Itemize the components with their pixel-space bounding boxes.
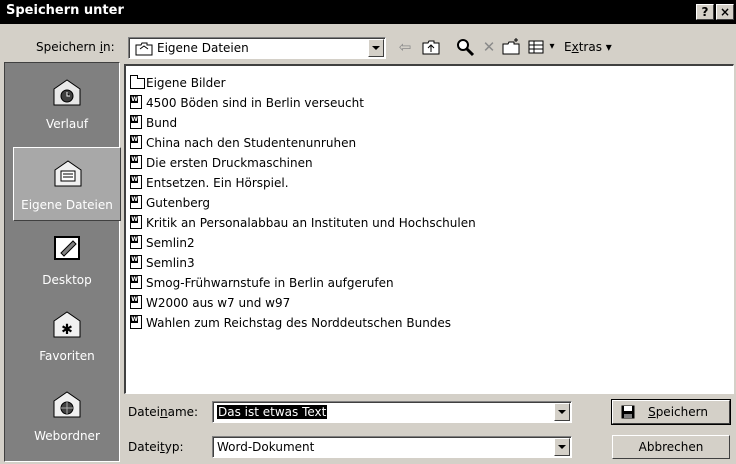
views-dropdown-icon[interactable]: ▾ <box>546 36 558 58</box>
history-icon <box>53 79 81 106</box>
close-button[interactable]: × <box>716 4 734 20</box>
word-document-icon <box>130 295 142 309</box>
place-my-documents[interactable]: Eigene Dateien <box>13 147 121 221</box>
my-documents-icon <box>54 160 82 187</box>
list-item[interactable]: 4500 Böden sind in Berlin verseucht <box>130 93 364 112</box>
filename-value: Das ist etwas Text <box>217 405 328 419</box>
list-item[interactable]: Kritik an Personalabbau an Instituten un… <box>130 213 476 232</box>
list-item[interactable]: Bund <box>130 113 177 132</box>
place-web-folders[interactable]: Webordner <box>13 379 121 453</box>
views-icon[interactable] <box>526 36 548 58</box>
filename-label: Dateiname: <box>128 405 199 419</box>
up-folder-icon[interactable] <box>420 36 442 58</box>
floppy-disk-icon <box>621 405 635 419</box>
word-document-icon <box>130 135 142 149</box>
filetype-dropdown[interactable]: Word-Dokument <box>212 436 572 458</box>
search-web-icon[interactable] <box>454 36 476 58</box>
filetype-dropdown-arrow[interactable] <box>554 438 570 456</box>
place-desktop[interactable]: Desktop <box>13 223 121 297</box>
list-item[interactable]: Eigene Bilder <box>130 73 226 92</box>
places-bar: Verlauf Eigene Dateien Desktop ✱ Favorit… <box>4 62 121 462</box>
cancel-button[interactable]: Abbrechen <box>612 435 730 459</box>
svg-text:✱: ✱ <box>61 322 73 338</box>
lookin-dropdown-arrow[interactable] <box>368 39 384 57</box>
list-item[interactable]: Semlin2 <box>130 233 195 252</box>
save-button[interactable]: Speichern <box>611 399 731 425</box>
web-folders-icon <box>53 391 81 418</box>
word-document-icon <box>130 215 142 229</box>
folder-icon <box>130 75 145 89</box>
filetype-label: Dateityp: <box>128 440 184 454</box>
list-item[interactable]: W2000 aus w7 und w97 <box>130 293 290 312</box>
word-document-icon <box>130 275 142 289</box>
word-document-icon <box>130 155 142 169</box>
word-document-icon <box>130 95 142 109</box>
list-item[interactable]: Entsetzen. Ein Hörspiel. <box>130 173 289 192</box>
lookin-dropdown[interactable]: Eigene Dateien <box>128 37 386 59</box>
word-document-icon <box>130 235 142 249</box>
save-as-dialog: Speichern unter ? × Speichern in: Eigene… <box>0 0 736 464</box>
extras-menu[interactable]: Extras ▾ <box>564 40 612 54</box>
filename-dropdown-arrow[interactable] <box>554 403 570 421</box>
place-history[interactable]: Verlauf <box>13 67 121 141</box>
word-document-icon <box>130 175 142 189</box>
title-bar[interactable]: Speichern unter ? × <box>0 0 736 24</box>
lookin-label: Speichern in: <box>36 40 115 54</box>
list-item[interactable]: Gutenberg <box>130 193 210 212</box>
lookin-value: Eigene Dateien <box>157 41 249 55</box>
folder-icon <box>135 42 153 56</box>
list-item[interactable]: Wahlen zum Reichstag des Norddeutschen B… <box>130 313 451 332</box>
window-title: Speichern unter <box>6 3 124 18</box>
list-item[interactable]: Smog-Frühwarnstufe in Berlin aufgerufen <box>130 273 394 292</box>
word-document-icon <box>130 195 142 209</box>
new-folder-icon[interactable] <box>500 36 522 58</box>
back-arrow-icon[interactable]: ⇦ <box>394 36 416 58</box>
list-item[interactable]: Semlin3 <box>130 253 195 272</box>
list-item[interactable]: China nach den Studentenunruhen <box>130 133 356 152</box>
word-document-icon <box>130 315 142 329</box>
file-list[interactable]: Eigene Bilder 4500 Böden sind in Berlin … <box>124 64 734 394</box>
delete-icon[interactable]: ✕ <box>478 36 500 58</box>
word-document-icon <box>130 115 142 129</box>
desktop-icon <box>54 236 80 260</box>
filetype-value: Word-Dokument <box>217 440 315 454</box>
place-favorites[interactable]: ✱ Favoriten <box>13 299 121 373</box>
list-item[interactable]: Die ersten Druckmaschinen <box>130 153 313 172</box>
word-document-icon <box>130 255 142 269</box>
favorites-icon: ✱ <box>53 311 81 338</box>
filename-input[interactable]: Das ist etwas Text <box>212 401 572 423</box>
help-button[interactable]: ? <box>696 4 714 20</box>
